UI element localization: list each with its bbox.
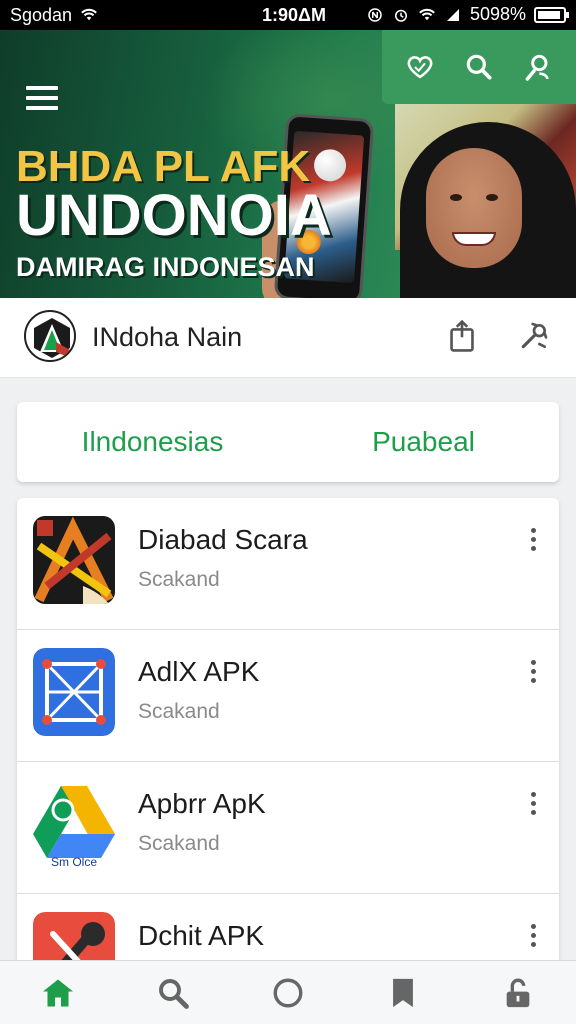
app-subtitle: Scakand (138, 700, 220, 723)
home-icon (42, 979, 73, 1006)
app-subtitle: Scakand (138, 832, 220, 855)
list-item[interactable]: Sm Olce Apbrr ApK Scakand (17, 762, 559, 894)
hamburger-line (26, 86, 58, 90)
share-button[interactable] (444, 318, 480, 354)
nav-lock[interactable] (494, 969, 542, 1017)
search-icon (466, 54, 492, 80)
bottom-navigation (0, 960, 576, 1024)
more-options-icon[interactable] (523, 660, 543, 690)
category-tabs: Ilndonesias Puabeal (17, 402, 559, 482)
logo-icon (34, 318, 70, 358)
tool-icon (521, 322, 548, 349)
more-options-icon[interactable] (523, 528, 543, 558)
list-item[interactable]: Diabad Scara Scakand (17, 498, 559, 630)
nav-home[interactable] (34, 969, 82, 1017)
game-icon (33, 516, 115, 604)
hamburger-line (26, 96, 58, 100)
hamburger-line (26, 106, 58, 110)
nav-circle[interactable] (264, 969, 312, 1017)
nav-bookmark[interactable] (379, 969, 427, 1017)
app-header: INdoha Nain (0, 298, 576, 378)
menu-button[interactable] (26, 86, 58, 110)
app-title: INdoha Nain (92, 322, 243, 352)
favorite-button[interactable] (402, 49, 438, 85)
tab-puabeal[interactable]: Puabeal (288, 402, 559, 482)
tab-indonesias[interactable]: Ilndonesias (17, 402, 288, 482)
search-icon (158, 978, 189, 1009)
nfc-icon (368, 7, 382, 22)
face (426, 148, 522, 268)
app-list: Diabad Scara Scakand AdlX APK Scakand Sm… (17, 498, 559, 968)
list-item[interactable]: AdlX APK Scakand (17, 630, 559, 762)
wifi-signal-icon (419, 8, 435, 20)
nav-search[interactable] (149, 969, 197, 1017)
person-photo (380, 122, 576, 298)
network-icon (33, 648, 115, 736)
banner-action-bar (382, 30, 576, 104)
drive-icon-caption: Sm Olce (51, 855, 97, 868)
eye (486, 194, 498, 201)
app-name: Dchit APK (138, 920, 265, 951)
carrier-label: Sgodan (10, 4, 73, 25)
more-options-icon[interactable] (523, 792, 543, 822)
wifi-icon (81, 8, 97, 21)
heart-icon (407, 56, 433, 79)
app-logo (24, 310, 76, 362)
search-button[interactable] (461, 49, 497, 85)
alarm-icon (394, 9, 407, 22)
cell-signal-icon (446, 8, 459, 21)
app-name: Apbrr ApK (138, 788, 266, 819)
person-icon (525, 54, 549, 81)
app-name: AdlX APK (138, 656, 260, 687)
bookmark-icon (393, 978, 414, 1007)
list-item[interactable]: Dchit APK (17, 894, 559, 968)
eye (450, 194, 462, 201)
drive-icon: Sm Olce (33, 780, 115, 868)
clock: 1:90ΔΜ (262, 5, 326, 25)
app-name: Diabad Scara (138, 524, 308, 555)
share-icon (450, 319, 474, 352)
battery-percent: 5098% (469, 4, 526, 24)
more-options-icon[interactable] (523, 924, 543, 954)
status-bar: Sgodan 1:90ΔΜ 5098% (0, 0, 576, 30)
circle-icon (273, 978, 303, 1007)
lock-icon (507, 978, 530, 1007)
headline-line-3: DAMIRAG INDONESAN (16, 252, 315, 282)
headline-line-2: UNDONOIA (16, 183, 332, 248)
tools-button[interactable] (516, 318, 552, 354)
profile-button[interactable] (520, 49, 556, 85)
app-subtitle: Scakand (138, 568, 220, 591)
battery-icon (534, 6, 569, 23)
